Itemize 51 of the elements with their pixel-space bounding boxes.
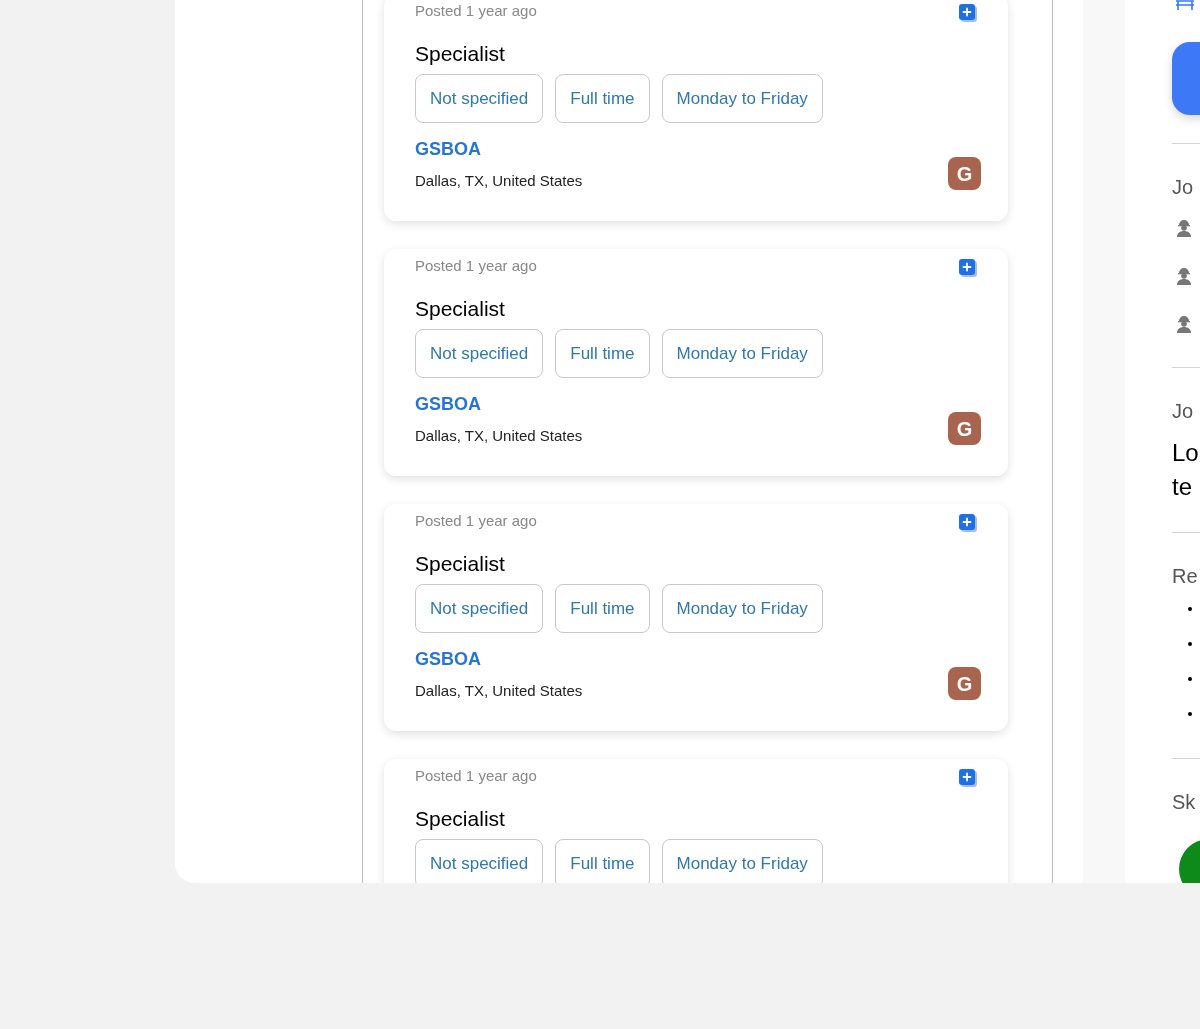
company-name[interactable]: GSBOA <box>415 393 583 415</box>
add-icon[interactable] <box>958 768 978 788</box>
posted-date: Posted 1 year ago <box>415 766 537 786</box>
section-heading: Re <box>1172 564 1199 589</box>
job-tag: Not specified <box>415 74 544 123</box>
bullet-icon <box>1188 642 1192 646</box>
job-tag: Not specified <box>415 584 544 633</box>
section-heading: Jo <box>1172 399 1195 424</box>
worker-icon <box>1174 218 1194 238</box>
job-tag: Monday to Friday <box>661 74 823 123</box>
job-tag: Full time <box>555 74 650 123</box>
company-avatar: G <box>948 157 981 190</box>
job-tag: Full time <box>555 839 650 883</box>
job-location: Dallas, TX, United States <box>415 426 583 446</box>
job-card[interactable]: Posted 1 year ago Specialist Not specified Full time Monday to Friday <box>384 759 1008 883</box>
job-tag: Monday to Friday <box>661 584 823 633</box>
job-card[interactable]: Posted 1 year ago Specialist Not specified Full time Monday to Friday GSBOA Dallas, TX, United States G <box>384 504 1008 731</box>
job-tag: Full time <box>555 329 650 378</box>
company-name[interactable]: GSBOA <box>415 648 583 670</box>
add-icon[interactable] <box>958 513 978 533</box>
add-icon[interactable] <box>958 3 978 23</box>
bench-icon <box>1174 0 1196 10</box>
description-text: te <box>1172 472 1193 502</box>
job-tag: Monday to Friday <box>661 329 823 378</box>
job-title: Specialist <box>415 551 506 577</box>
bullet-icon <box>1188 712 1192 716</box>
job-title: Specialist <box>415 806 506 832</box>
bullet-icon <box>1188 677 1192 681</box>
job-location: Dallas, TX, United States <box>415 681 583 701</box>
job-title: Specialist <box>415 41 506 67</box>
section-heading: Jo <box>1172 175 1195 200</box>
job-title: Specialist <box>415 296 506 322</box>
posted-date: Posted 1 year ago <box>415 511 537 531</box>
posted-date: Posted 1 year ago <box>415 256 537 276</box>
posted-date: Posted 1 year ago <box>415 1 537 21</box>
worker-icon <box>1174 314 1194 334</box>
company-avatar: G <box>948 667 981 700</box>
company-name[interactable]: GSBOA <box>415 138 583 160</box>
job-card[interactable]: Posted 1 year ago Specialist Not specified Full time Monday to Friday GSBOA Dallas, TX, United States G <box>384 0 1008 221</box>
description-text: Lo <box>1172 438 1200 468</box>
job-tag: Monday to Friday <box>661 839 823 883</box>
add-icon[interactable] <box>958 258 978 278</box>
job-tag: Not specified <box>415 329 544 378</box>
job-location: Dallas, TX, United States <box>415 171 583 191</box>
bullet-icon <box>1188 607 1192 611</box>
section-heading: Sk <box>1172 790 1197 815</box>
job-card[interactable]: Posted 1 year ago Specialist Not specified Full time Monday to Friday GSBOA Dallas, TX, United States G <box>384 249 1008 476</box>
job-tag: Not specified <box>415 839 544 883</box>
job-tag: Full time <box>555 584 650 633</box>
worker-icon <box>1174 266 1194 286</box>
company-avatar: G <box>948 412 981 445</box>
